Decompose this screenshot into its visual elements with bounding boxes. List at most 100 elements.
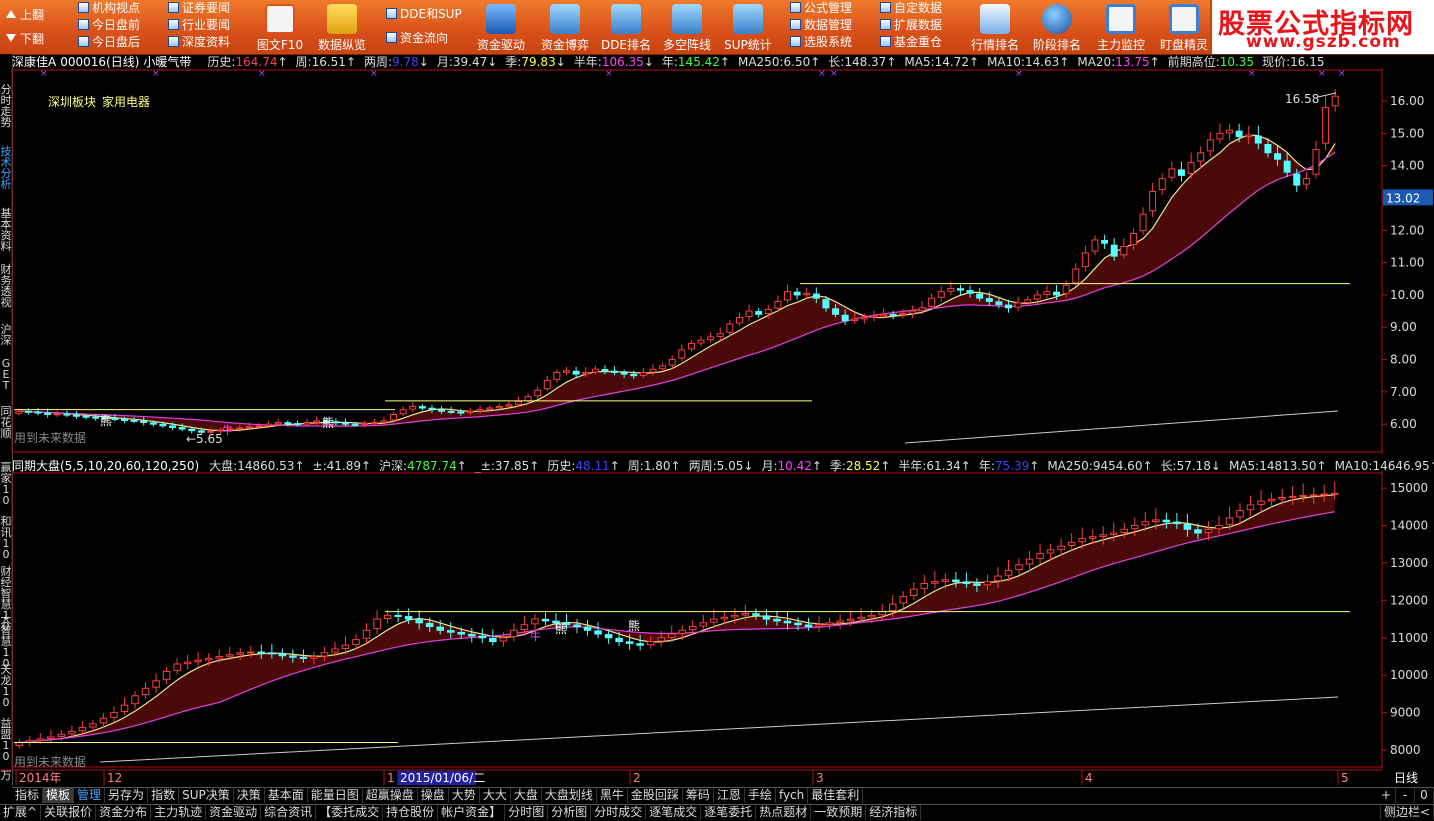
zoom-button[interactable]: 0	[1415, 788, 1434, 803]
bottom-candle	[247, 651, 255, 654]
function-tab[interactable]: 分时成交	[591, 805, 647, 820]
indicator-tab[interactable]: 操盘	[418, 788, 449, 803]
indicator-tab[interactable]: 金股回踩	[628, 788, 683, 803]
event-marker-icon[interactable]: ×	[1015, 69, 1023, 79]
indicator-tab[interactable]: 基本面	[265, 788, 308, 803]
top-candle	[716, 333, 724, 337]
indicator-tab[interactable]: 大大	[480, 788, 511, 803]
event-marker-icon[interactable]: ×	[830, 69, 838, 79]
indicator-tab[interactable]: 能量日图	[308, 788, 363, 803]
top-candle	[1177, 169, 1185, 176]
function-tab[interactable]: 分析图	[548, 805, 592, 820]
bottom-candle	[1320, 493, 1328, 496]
indicator-tab[interactable]: 模板	[43, 788, 75, 803]
function-tab[interactable]: 主力轨迹	[151, 805, 207, 820]
date-label: 5	[1341, 771, 1349, 785]
top-ytick-label: 15.00	[1390, 126, 1424, 140]
bottom-ytick-label: 11000	[1390, 631, 1428, 645]
date-label: 4	[1085, 771, 1093, 785]
event-marker-icon[interactable]: ×	[818, 69, 826, 79]
event-marker-icon[interactable]: ×	[1318, 69, 1326, 79]
indicator-tab[interactable]: 指标	[12, 788, 44, 803]
top-candle	[15, 410, 23, 414]
indicator-tab[interactable]: 大盘划线	[542, 788, 597, 803]
function-tab[interactable]: 帐户资金】	[438, 805, 506, 820]
function-tab[interactable]: 综合资讯	[261, 805, 317, 820]
zoom-button[interactable]: +	[1377, 788, 1396, 803]
bottom-candle	[120, 704, 129, 712]
bottom-candle	[952, 579, 960, 583]
event-marker-icon[interactable]: ×	[1248, 69, 1256, 79]
top-candle	[409, 405, 417, 410]
function-tab[interactable]: 经济指标	[866, 805, 922, 820]
zoom-button[interactable]: -	[1396, 788, 1415, 803]
bottom-candle	[1078, 538, 1086, 543]
event-marker-icon[interactable]: ×	[258, 69, 266, 79]
top-candle	[476, 409, 484, 412]
bottom-candle	[162, 670, 171, 680]
indicator-tab[interactable]: 筹码	[683, 788, 714, 803]
bottom-candle	[152, 680, 160, 688]
function-tab[interactable]: 资金驱动	[206, 805, 262, 820]
top-candle	[659, 365, 667, 370]
kline-charts[interactable]: 16.0015.0014.0013.0012.0011.0010.009.008…	[0, 0, 1434, 787]
indicator-tab[interactable]: 另存为	[105, 788, 149, 803]
top-candle	[995, 301, 1003, 306]
function-tab[interactable]: 扩展^	[0, 805, 42, 820]
bottom-ytick-label: 15000	[1390, 481, 1428, 495]
bottom-candle	[1288, 495, 1297, 498]
function-tab[interactable]: 热点题材	[756, 805, 812, 820]
bottom-candle	[257, 651, 266, 654]
indicator-tab[interactable]: 江恩	[714, 788, 745, 803]
indicator-tab[interactable]: 决策	[234, 788, 265, 803]
function-tab[interactable]: 关联报价	[41, 805, 97, 820]
bottom-candle	[941, 579, 950, 582]
indicator-tab[interactable]: SUP决策	[179, 788, 234, 803]
top-candle	[92, 416, 100, 419]
top-candle	[466, 410, 474, 414]
bottom-candle	[920, 583, 929, 589]
indicator-tab[interactable]: 指数	[148, 788, 180, 803]
top-candle	[976, 293, 984, 299]
event-marker-icon[interactable]: ×	[605, 69, 613, 79]
top-candle	[553, 371, 561, 380]
bottom-candle	[310, 655, 318, 659]
sidebar-toggle[interactable]: 侧边栏<	[1379, 805, 1434, 820]
bottom-candle	[731, 614, 739, 618]
current-price-value: 13.02	[1386, 191, 1420, 205]
top-candle	[284, 422, 292, 425]
indicator-tab[interactable]: 大势	[449, 788, 480, 803]
top-candle	[620, 372, 628, 375]
bottom-candle	[510, 629, 518, 638]
event-marker-icon[interactable]: ×	[152, 69, 160, 79]
top-candle	[1081, 252, 1089, 268]
function-tab[interactable]: 资金分布	[96, 805, 152, 820]
bottom-candle	[825, 622, 834, 625]
bottom-candle	[1257, 500, 1265, 505]
top-ytick-label: 8.00	[1390, 353, 1417, 367]
indicator-tab[interactable]: 管理	[74, 788, 106, 803]
indicator-tab[interactable]: 最佳套利	[808, 788, 864, 803]
top-candle	[1187, 161, 1195, 174]
event-marker-icon[interactable]: ×	[1338, 69, 1346, 79]
top-candle	[985, 298, 993, 302]
function-tab[interactable]: 【委托成交	[316, 805, 384, 820]
indicator-tab[interactable]: 黑牛	[597, 788, 628, 803]
bottom-candle	[1036, 553, 1044, 559]
bottom-candle	[320, 652, 329, 657]
trading-app: 上翻 下翻 机构视点 今日盘前 今日盘后 证券要闻 行业要闻 深度资料 DDE和…	[0, 0, 1434, 821]
indicator-tab[interactable]: 超赢操盘	[363, 788, 418, 803]
function-tab[interactable]: 逐笔委托	[701, 805, 757, 820]
bottom-ytick-label: 8000	[1390, 743, 1421, 757]
period-label: 日线	[1394, 771, 1418, 785]
indicator-tab[interactable]: 大盘	[511, 788, 542, 803]
function-tab[interactable]: 持仓股份	[383, 805, 439, 820]
event-marker-icon[interactable]: ×	[370, 69, 378, 79]
indicator-tab[interactable]: 手绘	[745, 788, 776, 803]
function-tab[interactable]: 一致预期	[811, 805, 867, 820]
function-tab[interactable]: 分时图	[505, 805, 549, 820]
indicator-tab[interactable]: fych	[776, 788, 809, 803]
function-tab[interactable]: 逐笔成交	[646, 805, 702, 820]
event-marker-icon[interactable]: ×	[40, 69, 48, 79]
bottom-ytick-label: 10000	[1390, 668, 1428, 682]
